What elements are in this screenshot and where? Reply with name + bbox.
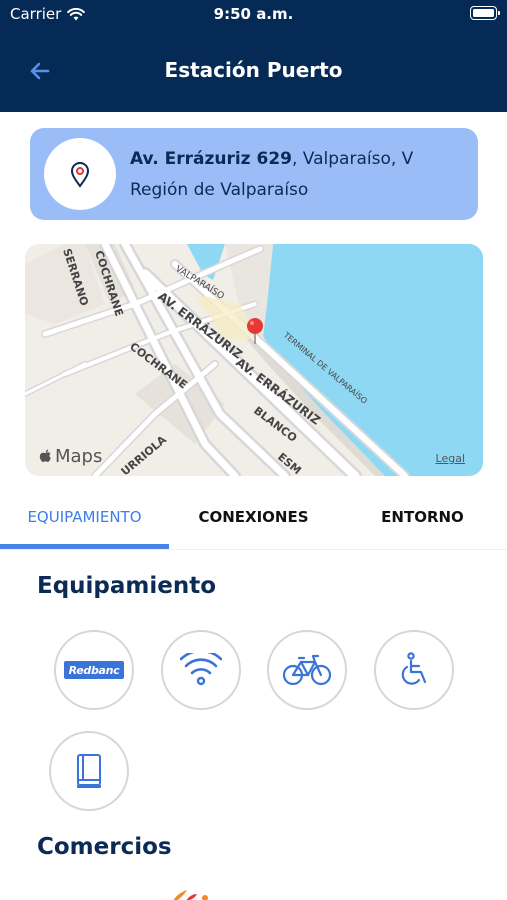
address-card: Av. Errázuriz 629, Valparaíso, V Región … [30, 128, 478, 220]
address-street: Av. Errázuriz 629 [130, 149, 292, 169]
wifi-icon [180, 653, 222, 686]
section-title-comercios: Comercios [37, 834, 172, 860]
redbanc-logo: Redbanc [64, 661, 124, 679]
book-icon [77, 754, 101, 788]
status-bar: Carrier 9:50 a.m. [0, 0, 507, 30]
address-text: Av. Errázuriz 629, Valparaíso, V Región … [130, 144, 468, 206]
comercio-logo-partial [165, 886, 225, 900]
maps-logo: Maps [39, 446, 102, 467]
battery-icon [470, 6, 500, 20]
bicycle-icon [282, 654, 332, 686]
tab-conexiones[interactable]: CONEXIONES [169, 508, 338, 526]
comercio-logo-icon [173, 890, 208, 900]
map-canvas: VALPARAÍSO COCHRANE SERRANO AV. ERRÁZURI… [25, 244, 483, 476]
apple-logo-icon [39, 449, 51, 462]
amenity-library[interactable] [49, 731, 129, 811]
maps-logo-text: Maps [55, 446, 103, 467]
amenity-redbanc[interactable]: Redbanc [54, 630, 134, 710]
status-time: 9:50 a.m. [213, 5, 294, 23]
amenity-accessibility[interactable] [374, 630, 454, 710]
tab-entorno[interactable]: ENTORNO [338, 508, 507, 526]
redbanc-logo-text: Redbanc [68, 663, 120, 677]
active-tab-indicator [0, 544, 169, 549]
amenity-bicycle[interactable] [267, 630, 347, 710]
location-pin-badge [44, 138, 116, 210]
location-pin-icon [70, 162, 90, 188]
wheelchair-icon [401, 652, 427, 685]
tab-equipamiento[interactable]: EQUIPAMIENTO [0, 508, 169, 526]
tab-bar: EQUIPAMIENTO CONEXIONES ENTORNO [0, 494, 507, 550]
amenity-wifi[interactable] [161, 630, 241, 710]
app-header: Carrier 9:50 a.m. Estación Puerto [0, 0, 507, 112]
page-title: Estación Puerto [164, 58, 343, 82]
map-legal-link[interactable]: Legal [436, 452, 465, 465]
section-title-equipamiento: Equipamiento [37, 573, 217, 599]
location-map[interactable]: VALPARAÍSO COCHRANE SERRANO AV. ERRÁZURI… [25, 244, 483, 476]
